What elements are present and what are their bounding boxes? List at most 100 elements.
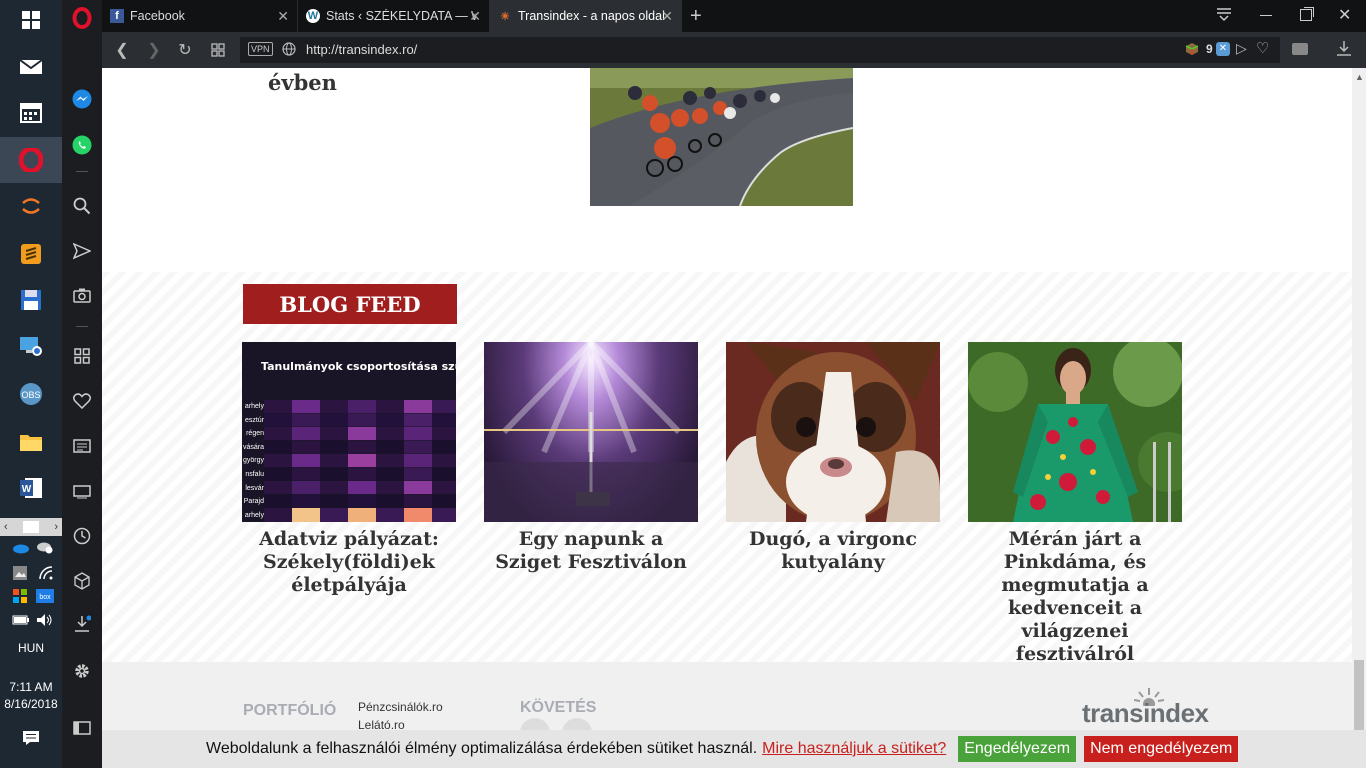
blog-card[interactable]: Tanulmányok csoportosítása szül arhely es… <box>242 342 456 597</box>
messenger-icon[interactable] <box>72 89 92 109</box>
cookie-decline-button[interactable]: Nem engedélyezem <box>1084 736 1239 762</box>
word-icon[interactable]: W <box>17 474 45 502</box>
file-explorer-icon[interactable] <box>17 428 45 456</box>
festival-stage-thumbnail[interactable] <box>484 342 698 522</box>
speed-dial-icon[interactable] <box>72 346 92 366</box>
clock-time[interactable]: 7:11 AM <box>0 680 62 694</box>
extensions-cube-icon[interactable] <box>72 571 92 591</box>
clock-date[interactable]: 8/16/2018 <box>0 697 62 711</box>
heart-bookmarks-icon[interactable] <box>72 391 92 411</box>
floppy-save-icon[interactable] <box>17 286 45 314</box>
calendar-icon[interactable] <box>17 98 45 126</box>
jupyter-icon[interactable] <box>17 192 45 220</box>
onedrive-icon[interactable] <box>12 542 30 557</box>
cyclists-article-image[interactable] <box>590 68 853 206</box>
send-flow-icon[interactable] <box>72 241 92 261</box>
tab-transindex[interactable]: ☀ Transindex - a napos oldal ✕ <box>490 0 682 32</box>
facebook-icon: f <box>110 9 124 23</box>
article-title-tail[interactable]: évben <box>268 70 408 96</box>
scroll-thumb[interactable] <box>1354 660 1364 732</box>
blog-card[interactable]: Egy napunk a Sziget Fesztiválon <box>484 342 698 574</box>
bookmark-heart-icon[interactable]: ♡ <box>1256 39 1269 57</box>
scroll-up-icon[interactable]: ▲ <box>1355 72 1364 82</box>
back-icon[interactable]: ❮ <box>112 40 132 60</box>
puppy-thumbnail[interactable] <box>726 342 940 522</box>
scroll-right-icon[interactable]: › <box>54 521 58 533</box>
woman-portrait-thumbnail[interactable] <box>968 342 1182 522</box>
page-viewport[interactable]: . . . évben BLOG FEED Tanulmányok csopor… <box>102 68 1352 768</box>
url-text[interactable]: http://transindex.ro/ <box>306 42 417 57</box>
forward-icon[interactable]: ❯ <box>144 40 164 60</box>
heatmap-row-label: vására <box>242 443 264 451</box>
opera-menu-icon[interactable] <box>72 7 92 29</box>
tab-stats[interactable]: W Stats ‹ SZÉKELYDATA — W ✕ <box>298 0 490 32</box>
news-icon[interactable] <box>72 436 92 456</box>
browser-toolbar: ❮ ❯ ↻ VPN http://transindex.ro/ 9 ✕ ▷ ♡ <box>102 32 1366 68</box>
portfolio-link[interactable]: Pénzcsinálók.ro <box>358 700 443 714</box>
opera-taskbar-icon[interactable] <box>17 146 45 174</box>
mail-icon[interactable] <box>17 52 45 80</box>
snapshot-toolbar-icon[interactable] <box>1292 43 1308 55</box>
volume-icon[interactable] <box>36 613 54 630</box>
article-title-fragment[interactable]: . . . évben <box>268 68 408 96</box>
minimize-icon[interactable] <box>1260 15 1272 16</box>
box-sync-icon[interactable]: box <box>36 589 54 606</box>
extension-cube-icon[interactable] <box>1185 42 1199 61</box>
scroll-thumb[interactable] <box>23 521 39 533</box>
heatmap-row-labels: arhely esztúr régen vására györgy nsfalu lesvá… <box>242 400 264 522</box>
heatmap-thumbnail[interactable]: Tanulmányok csoportosítása szül arhely es… <box>242 342 456 522</box>
obs-icon[interactable]: OBS <box>17 380 45 408</box>
history-clock-icon[interactable] <box>72 526 92 546</box>
tab-facebook[interactable]: f Facebook ✕ <box>102 0 298 32</box>
close-tab-icon[interactable]: ✕ <box>661 8 673 25</box>
blog-card-title[interactable]: Mérán járt a Pinkdáma, és megmutatja a k… <box>968 528 1182 666</box>
input-language[interactable]: HUN <box>0 641 62 655</box>
heatmap-row-label: arhely <box>244 403 264 410</box>
blog-card[interactable]: Mérán járt a Pinkdáma, és megmutatja a k… <box>968 342 1182 666</box>
close-tab-icon[interactable]: ✕ <box>277 8 289 25</box>
tray-scroller[interactable]: ‹ › <box>0 518 62 536</box>
sublime-text-icon[interactable] <box>17 240 45 268</box>
cookie-info-link[interactable]: Mire használjuk a sütiket? <box>762 740 946 758</box>
camera-snapshot-icon[interactable] <box>72 285 92 305</box>
download-toolbar-icon[interactable] <box>1336 40 1352 63</box>
tab-menu-icon[interactable] <box>1216 6 1232 27</box>
heatmap-row-label: esztúr <box>244 416 264 424</box>
cookie-accept-button[interactable]: Engedélyezem <box>958 736 1077 762</box>
blog-card-title[interactable]: Egy napunk a Sziget Fesztiválon <box>484 528 698 574</box>
page-scrollbar[interactable]: ▲ <box>1352 68 1366 768</box>
restore-window-icon[interactable] <box>1300 9 1312 21</box>
reload-icon[interactable]: ↻ <box>175 40 195 60</box>
heatmap-row-label: régen <box>246 430 264 438</box>
extension-x-icon[interactable]: ✕ <box>1216 42 1230 56</box>
defender-shield-icon[interactable] <box>12 588 28 607</box>
blog-card-title[interactable]: Dugó, a virgonc kutyalány <box>726 528 940 574</box>
action-center-icon[interactable] <box>22 730 40 749</box>
wifi-icon[interactable] <box>38 565 54 584</box>
close-tab-icon[interactable]: ✕ <box>469 8 481 25</box>
vpn-badge[interactable]: VPN <box>248 42 273 56</box>
new-tab-plus-icon[interactable]: + <box>690 5 702 28</box>
blog-card-title[interactable]: Adatviz pályázat: Székely(földi)ek életp… <box>242 528 456 597</box>
remote-desktop-icon[interactable] <box>17 332 45 360</box>
scroll-left-icon[interactable]: ‹ <box>4 521 8 533</box>
downloads-icon[interactable] <box>72 614 92 634</box>
send-page-icon[interactable]: ▷ <box>1236 40 1247 57</box>
tabs-sync-icon[interactable] <box>72 481 92 501</box>
cloud-sync-icon[interactable] <box>36 540 54 557</box>
address-field[interactable]: VPN http://transindex.ro/ 9 ✕ ▷ ♡ <box>240 37 1280 63</box>
settings-gear-icon[interactable] <box>72 661 92 681</box>
start-windows-icon[interactable] <box>17 6 45 34</box>
blog-card[interactable]: Dugó, a virgonc kutyalány <box>726 342 940 574</box>
whatsapp-icon[interactable] <box>72 135 92 155</box>
close-window-icon[interactable]: ✕ <box>1338 5 1351 25</box>
photos-tray-icon[interactable] <box>12 565 28 584</box>
heatmap-row-label: arhely <box>244 511 264 519</box>
search-icon[interactable] <box>72 196 92 216</box>
transindex-footer-logo[interactable]: transindex <box>1082 698 1209 729</box>
tab-overview-icon[interactable] <box>208 40 228 60</box>
battery-icon[interactable] <box>12 614 30 629</box>
portfolio-heading: PORTFÓLIÓ <box>243 702 337 719</box>
heatmap-row-label: Parajd <box>243 498 264 506</box>
sidebar-toggle-icon[interactable] <box>72 718 92 738</box>
